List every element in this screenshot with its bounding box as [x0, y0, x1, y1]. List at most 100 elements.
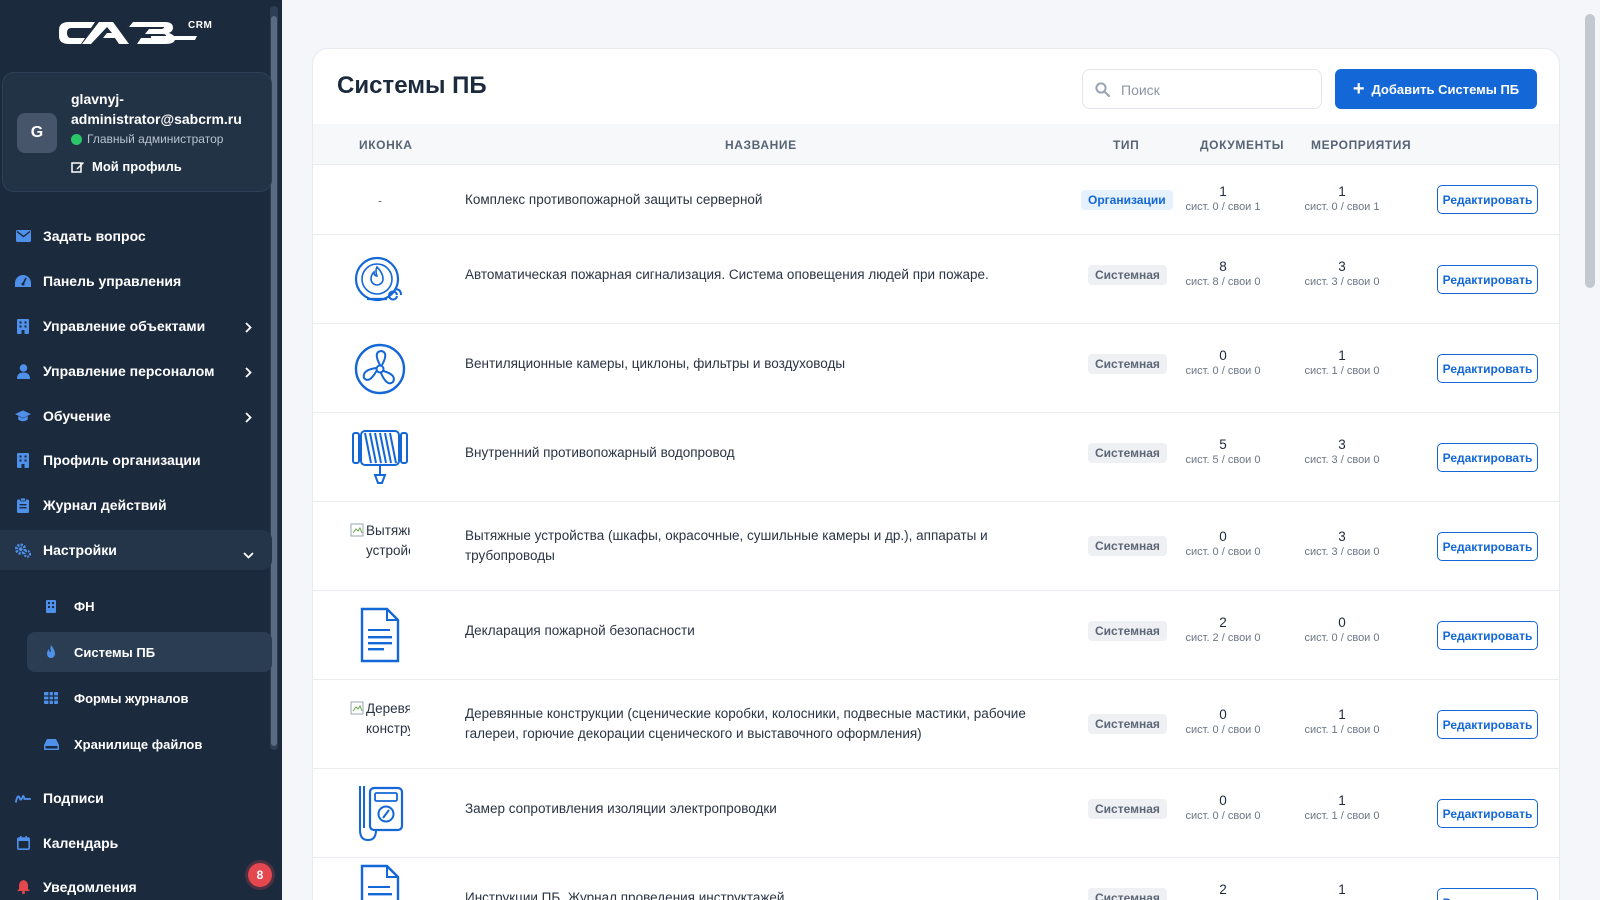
documents-count: 2	[1163, 882, 1283, 899]
nav-sub-systems-label: Системы ПБ	[74, 644, 156, 660]
system-name: Инструкции ПБ. Журнал проведения инструк…	[465, 890, 785, 900]
documents-total: 5	[1219, 437, 1227, 452]
nav-org-profile-label: Профиль организации	[43, 452, 201, 468]
table-row: Вытяжные устройст Вытяжные устройства (ш…	[313, 502, 1559, 591]
fan-icon	[350, 342, 410, 396]
nav-dashboard-label: Панель управления	[43, 273, 182, 289]
nav-action-log[interactable]: Журнал действий	[0, 485, 272, 525]
documents-breakdown: сист. 0 / свои 1	[1185, 201, 1261, 213]
edit-button[interactable]: Редактировать	[1437, 710, 1538, 739]
events-count: 0 сист. 0 / свои 0	[1282, 615, 1402, 644]
events-count: 1 сист. 1 / свои 0	[1282, 348, 1402, 377]
nav-personnel[interactable]: Управление персоналом	[0, 351, 272, 391]
system-name: Декларация пожарной безопасности	[465, 623, 695, 638]
page-scrollbar[interactable]	[1585, 14, 1595, 288]
nav-objects-label: Управление объектами	[43, 318, 206, 334]
nav-calendar[interactable]: Календарь	[0, 823, 272, 863]
brand-suffix: CRM	[188, 20, 213, 31]
header-documents: Документы	[1200, 138, 1285, 152]
brand-logo[interactable]	[55, 16, 200, 55]
flame-icon	[43, 644, 59, 660]
events-breakdown: сист. 1 / свои 0	[1304, 724, 1380, 736]
building-icon	[15, 318, 31, 334]
nav-sub-systems[interactable]: Системы ПБ	[27, 632, 272, 672]
edit-button[interactable]: Редактировать	[1437, 185, 1538, 214]
online-status-icon	[71, 133, 82, 145]
events-total: 1	[1338, 707, 1346, 722]
avatar[interactable]: G	[17, 113, 57, 153]
events-count: 3 сист. 3 / свои 0	[1282, 529, 1402, 558]
my-profile-link[interactable]: Мой профиль	[71, 159, 182, 174]
events-total: 3	[1338, 529, 1346, 544]
edit-button[interactable]: Редактировать	[1437, 265, 1538, 294]
plus-icon: +	[1352, 78, 1365, 100]
broken-image-icon: Вытяжные устройст	[350, 519, 410, 569]
search-box[interactable]	[1082, 69, 1322, 109]
document-icon	[350, 864, 410, 900]
nav-ask-question[interactable]: Задать вопрос	[0, 216, 272, 256]
nav-sub-forms[interactable]: Формы журналов	[27, 678, 272, 718]
search-input[interactable]	[1121, 79, 1311, 101]
signature-icon	[15, 790, 31, 806]
fire-alarm-icon	[350, 253, 410, 307]
calendar-icon	[15, 835, 31, 851]
nav-sub-storage-label: Хранилище файлов	[74, 736, 203, 752]
nav-sub-storage[interactable]: Хранилище файлов	[27, 724, 272, 764]
system-name: Вентиляционные камеры, циклоны, фильтры …	[465, 356, 846, 371]
events-count: 1	[1282, 882, 1402, 899]
sidebar: CRM G glavnyj-administrator@sabcrm.ru Гл…	[0, 0, 282, 900]
events-count: 1 сист. 1 / свои 0	[1282, 793, 1402, 822]
broken-image-alt-text: Деревянные констру	[366, 701, 410, 736]
nav-dashboard[interactable]: Панель управления	[0, 261, 272, 301]
edit-button[interactable]: Редактировать	[1437, 354, 1538, 383]
documents-total: 8	[1219, 259, 1227, 274]
nav-notifications-label: Уведомления	[43, 879, 137, 895]
table-row: Вентиляционные камеры, циклоны, фильтры …	[313, 324, 1559, 413]
nav-signatures[interactable]: Подписи	[0, 778, 272, 818]
table-row: Инструкции ПБ. Журнал проведения инструк…	[313, 858, 1559, 900]
nav-sub-fn[interactable]: ФН	[27, 586, 272, 626]
profile-name: glavnyj-administrator@sabcrm.ru	[71, 91, 242, 127]
documents-breakdown: сист. 0 / свои 0	[1185, 810, 1261, 822]
header-type: Тип	[1113, 138, 1140, 152]
system-name: Комплекс противопожарной защиты серверно…	[465, 192, 763, 207]
edit-button[interactable]: Редактировать	[1437, 888, 1538, 900]
documents-total: 0	[1219, 529, 1227, 544]
events-total: 0	[1338, 615, 1346, 630]
edit-button[interactable]: Редактировать	[1437, 621, 1538, 650]
chevron-right-icon	[245, 410, 252, 426]
nav-notifications[interactable]: Уведомления	[0, 867, 272, 900]
edit-button[interactable]: Редактировать	[1437, 532, 1538, 561]
header-icon: Иконка	[359, 138, 413, 152]
nav-settings-label: Настройки	[43, 542, 117, 558]
events-breakdown: сист. 3 / свои 0	[1304, 276, 1380, 288]
chevron-right-icon	[245, 320, 252, 336]
notifications-count-badge: 8	[248, 863, 272, 887]
edit-button[interactable]: Редактировать	[1437, 799, 1538, 828]
nav-calendar-label: Календарь	[43, 835, 119, 851]
broken-image-alt-text: Вытяжные устройст	[366, 523, 410, 558]
documents-total: 0	[1219, 793, 1227, 808]
nav-objects[interactable]: Управление объектами	[0, 306, 272, 346]
events-total: 1	[1338, 882, 1346, 897]
system-name: Замер сопротивления изоляции электропров…	[465, 801, 777, 816]
events-breakdown: сист. 0 / свои 1	[1304, 201, 1380, 213]
events-count: 1 сист. 1 / свои 0	[1282, 707, 1402, 736]
add-system-button[interactable]: + Добавить Системы ПБ	[1335, 69, 1537, 109]
events-total: 1	[1338, 184, 1346, 199]
nav-settings[interactable]: Настройки	[0, 530, 272, 570]
nav-training[interactable]: Обучение	[0, 396, 272, 436]
system-name: Автоматическая пожарная сигнализация. Си…	[465, 267, 989, 282]
edit-icon	[71, 161, 84, 173]
edit-button[interactable]: Редактировать	[1437, 443, 1538, 472]
documents-total: 0	[1219, 707, 1227, 722]
documents-count: 0 сист. 0 / свои 0	[1163, 793, 1283, 822]
nav-org-profile[interactable]: Профиль организации	[0, 440, 272, 480]
broken-image-alt: Деревянные констру	[350, 699, 410, 745]
graduation-cap-icon	[15, 408, 31, 424]
broken-image-alt: Вытяжные устройст	[350, 521, 410, 567]
documents-count: 0 сист. 0 / свои 0	[1163, 529, 1283, 558]
clipboard-icon	[15, 497, 31, 513]
fire-hose-icon	[350, 427, 410, 487]
type-badge: Системная	[1088, 536, 1167, 556]
